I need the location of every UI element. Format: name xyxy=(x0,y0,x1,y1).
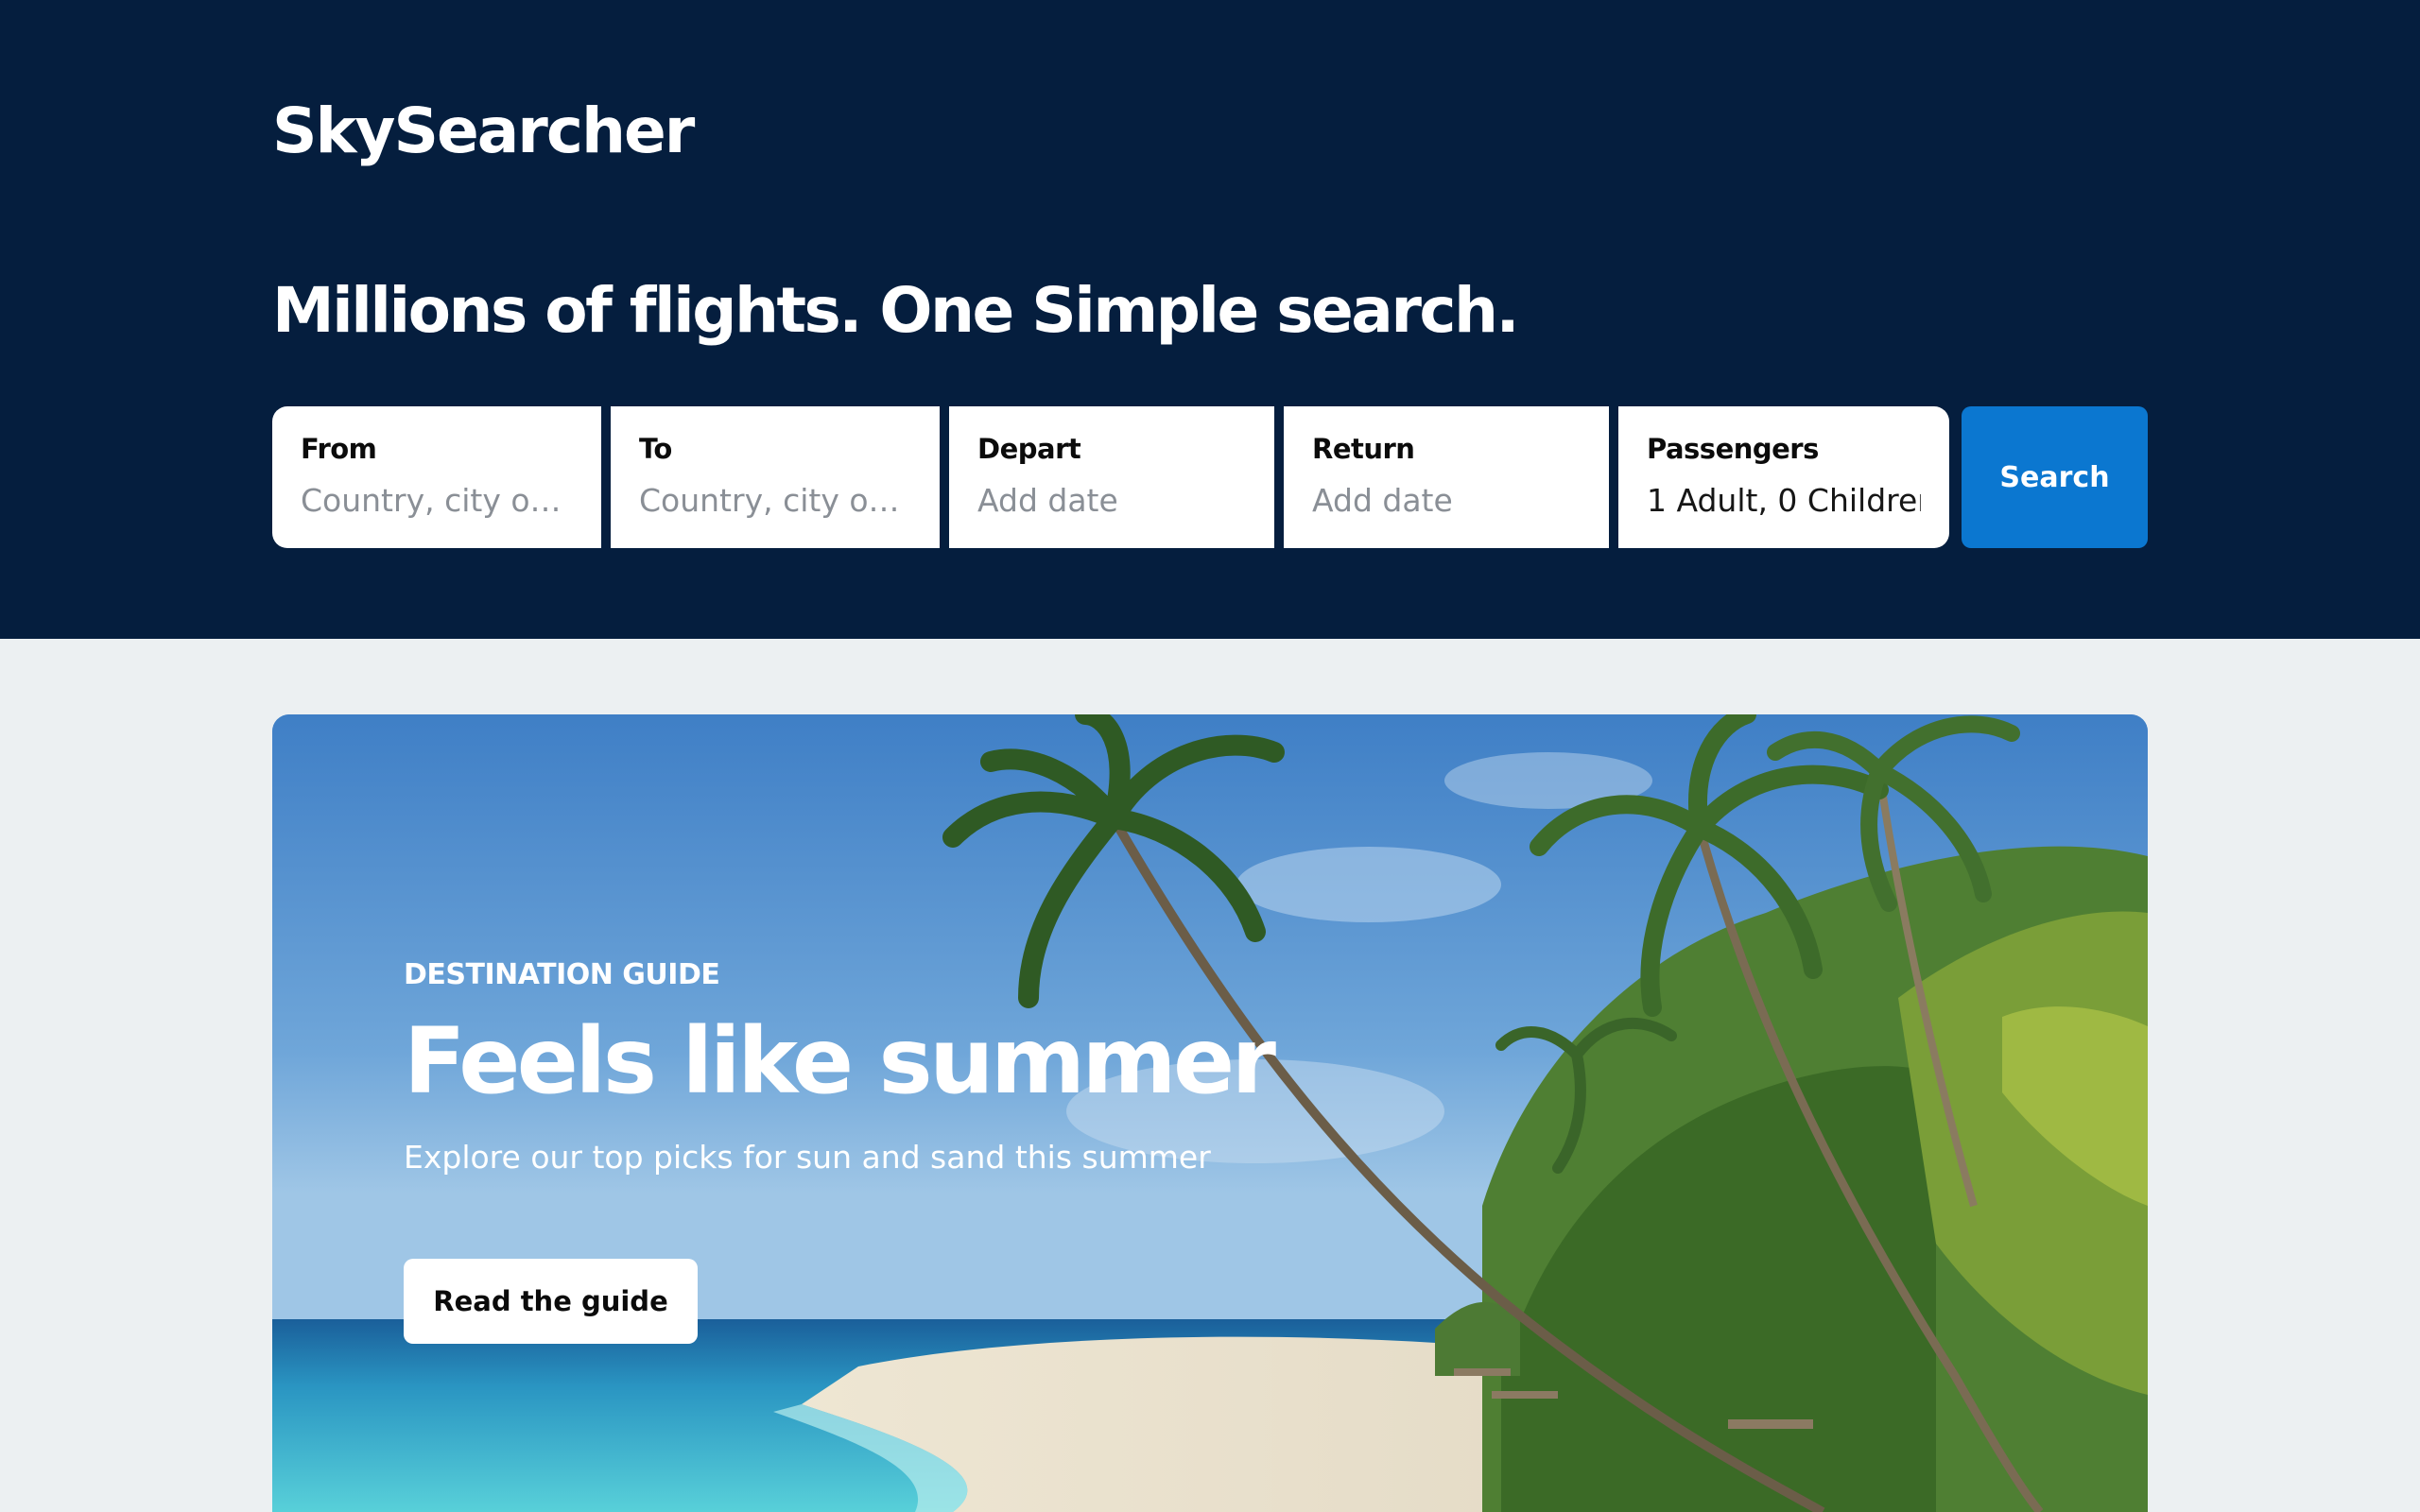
site-header: SkySearcher Millions of flights. One Sim… xyxy=(0,0,2420,639)
passengers-field[interactable]: Passengers 1 Adult, 0 Children xyxy=(1618,406,1949,548)
depart-label: Depart xyxy=(977,433,1081,465)
passengers-value[interactable]: 1 Adult, 0 Children xyxy=(1647,482,1921,519)
depart-field[interactable]: Depart xyxy=(949,406,1274,548)
to-label: To xyxy=(639,433,672,465)
passengers-label: Passengers xyxy=(1647,433,1819,465)
destination-guide-banner: DESTINATION GUIDE Feels like summer Expl… xyxy=(272,714,2148,1512)
flight-search-form: From To Depart Return Passengers 1 Adult… xyxy=(272,406,2148,548)
from-label: From xyxy=(301,433,377,465)
return-field[interactable]: Return xyxy=(1284,406,1609,548)
to-field[interactable]: To xyxy=(611,406,940,548)
promo-eyebrow: DESTINATION GUIDE xyxy=(404,958,720,991)
promo-title: Feels like summer xyxy=(404,1008,1276,1114)
promo-content: DESTINATION GUIDE Feels like summer Expl… xyxy=(404,958,1276,1176)
from-field[interactable]: From xyxy=(272,406,601,548)
search-button[interactable]: Search xyxy=(1962,406,2148,548)
promo-subtitle: Explore our top picks for sun and sand t… xyxy=(404,1139,1211,1176)
from-input[interactable] xyxy=(301,482,573,519)
return-label: Return xyxy=(1312,433,1415,465)
read-guide-button[interactable]: Read the guide xyxy=(404,1259,698,1344)
to-input[interactable] xyxy=(639,482,911,519)
return-date-input[interactable] xyxy=(1312,482,1581,519)
hero-headline: Millions of flights. One Simple search. xyxy=(272,274,1520,347)
depart-date-input[interactable] xyxy=(977,482,1246,519)
brand-logo[interactable]: SkySearcher xyxy=(272,94,695,167)
